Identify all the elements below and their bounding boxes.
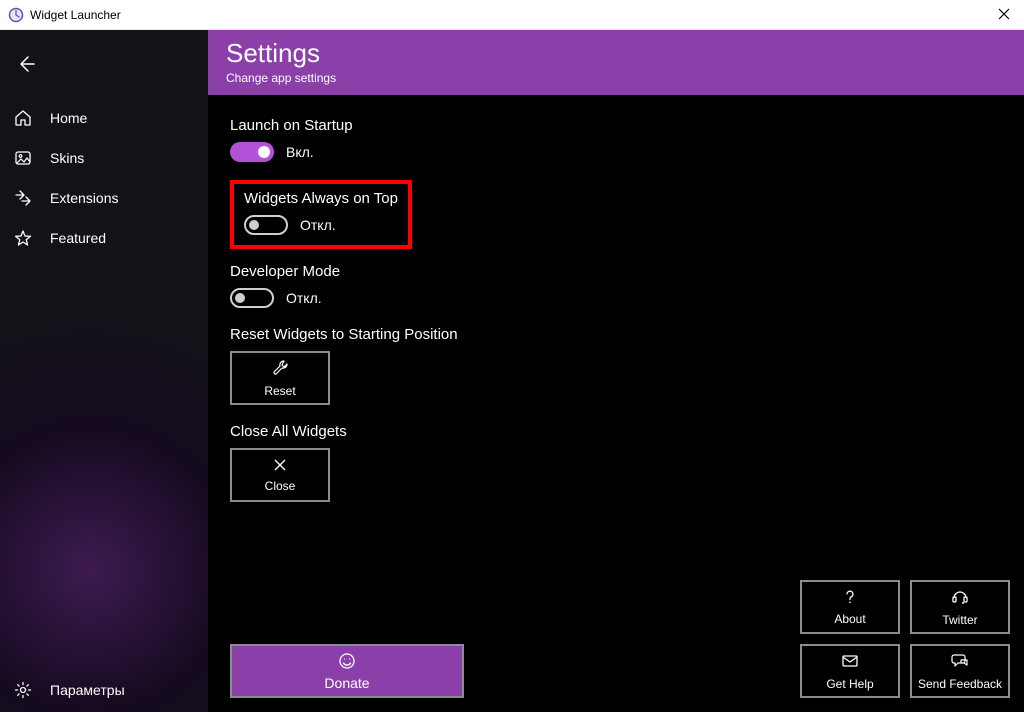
setting-close-all: Close All Widgets Close xyxy=(230,423,1002,502)
sidebar-item-settings[interactable]: Параметры xyxy=(0,668,208,712)
close-all-button[interactable]: Close xyxy=(230,448,330,502)
setting-reset: Reset Widgets to Starting Position Reset xyxy=(230,326,1002,405)
get-help-button[interactable]: Get Help xyxy=(800,644,900,698)
image-icon xyxy=(14,149,32,167)
setting-launch-startup: Launch on Startup Вкл. xyxy=(230,117,1002,162)
donate-button[interactable]: Donate xyxy=(230,644,464,698)
titlebar: Widget Launcher xyxy=(0,0,1024,30)
toggle-state: Откл. xyxy=(300,217,336,233)
button-label: Twitter xyxy=(942,613,977,627)
button-label: About xyxy=(834,612,865,626)
star-icon xyxy=(14,229,32,247)
reset-button[interactable]: Reset xyxy=(230,351,330,405)
button-label: Close xyxy=(265,479,296,493)
toggle-always-on-top[interactable] xyxy=(244,215,288,235)
page-header: Settings Change app settings xyxy=(208,30,1024,95)
page-subtitle: Change app settings xyxy=(226,71,1006,85)
button-label: Send Feedback xyxy=(918,677,1002,691)
toggle-dev-mode[interactable] xyxy=(230,288,274,308)
setting-label: Developer Mode xyxy=(230,263,1002,280)
setting-label: Launch on Startup xyxy=(230,117,1002,134)
toggle-launch-startup[interactable] xyxy=(230,142,274,162)
button-label: Get Help xyxy=(826,677,873,691)
button-label: Donate xyxy=(324,675,369,691)
app-icon xyxy=(8,7,24,23)
send-feedback-button[interactable]: Send Feedback xyxy=(910,644,1010,698)
toggle-state: Откл. xyxy=(286,290,322,306)
sidebar-item-label: Параметры xyxy=(50,682,125,698)
sidebar-item-label: Skins xyxy=(50,150,84,166)
sidebar-item-label: Featured xyxy=(50,230,106,246)
button-label: Reset xyxy=(264,384,295,398)
highlight-box: Widgets Always on Top Откл. xyxy=(230,180,412,249)
headset-icon xyxy=(951,588,969,609)
setting-label: Widgets Always on Top xyxy=(244,190,398,207)
gear-icon xyxy=(14,681,32,699)
question-icon xyxy=(842,589,858,608)
extensions-icon xyxy=(14,189,32,207)
close-icon[interactable] xyxy=(992,7,1016,23)
feedback-icon xyxy=(951,652,969,673)
setting-dev-mode: Developer Mode Откл. xyxy=(230,263,1002,308)
toggle-state: Вкл. xyxy=(286,144,314,160)
sidebar: Home Skins Extensions Featured xyxy=(0,30,208,712)
sidebar-item-home[interactable]: Home xyxy=(0,98,208,138)
setting-label: Close All Widgets xyxy=(230,423,1002,440)
about-button[interactable]: About xyxy=(800,580,900,634)
twitter-button[interactable]: Twitter xyxy=(910,580,1010,634)
wrench-icon xyxy=(271,359,289,380)
sidebar-item-label: Extensions xyxy=(50,190,118,206)
x-icon xyxy=(273,458,287,475)
content: Settings Change app settings Launch on S… xyxy=(208,30,1024,712)
mail-icon xyxy=(841,652,859,673)
home-icon xyxy=(14,109,32,127)
back-button[interactable] xyxy=(6,44,46,84)
footer-actions: Donate About Twitter xyxy=(230,580,1010,698)
sidebar-item-skins[interactable]: Skins xyxy=(0,138,208,178)
sidebar-item-featured[interactable]: Featured xyxy=(0,218,208,258)
setting-label: Reset Widgets to Starting Position xyxy=(230,326,1002,343)
smile-icon xyxy=(338,652,356,673)
sidebar-item-label: Home xyxy=(50,110,87,126)
page-title: Settings xyxy=(226,38,1006,69)
sidebar-item-extensions[interactable]: Extensions xyxy=(0,178,208,218)
app-title: Widget Launcher xyxy=(30,8,121,22)
